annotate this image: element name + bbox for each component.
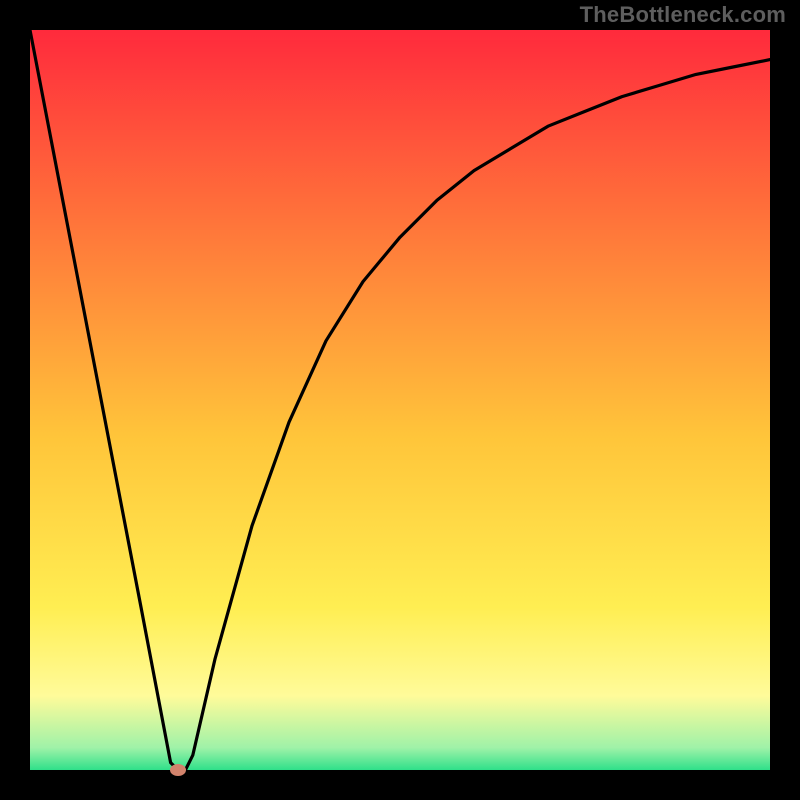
bottleneck-chart bbox=[0, 0, 800, 800]
chart-frame: TheBottleneck.com bbox=[0, 0, 800, 800]
optimal-point-marker bbox=[170, 764, 186, 776]
plot-area bbox=[30, 30, 770, 770]
watermark-text: TheBottleneck.com bbox=[580, 2, 786, 28]
